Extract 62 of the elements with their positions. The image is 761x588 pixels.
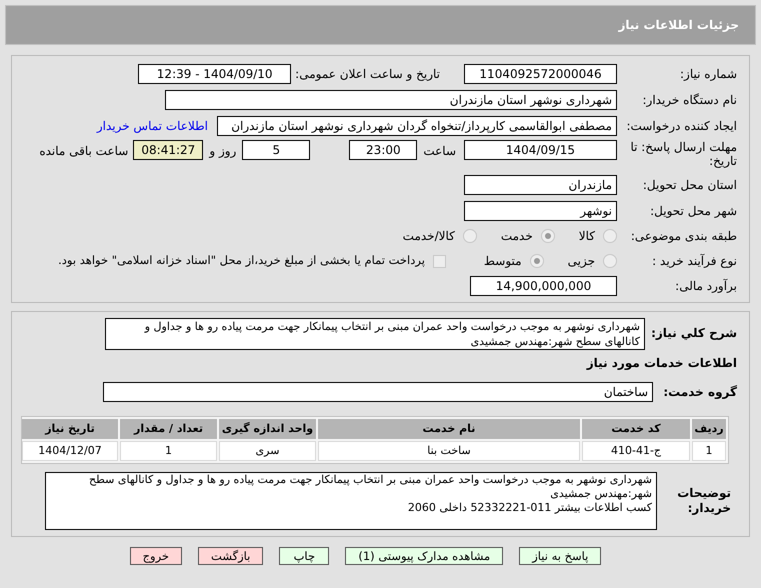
treasury-label: پرداخت تمام یا بخشی از مبلغ خرید،از محل "اسناد خزانه اسلامی" خواهد بود. bbox=[58, 252, 425, 270]
days-field: 5 bbox=[242, 140, 310, 160]
radio-button[interactable] bbox=[462, 229, 477, 243]
table-cell: 1 bbox=[120, 441, 217, 461]
column-header: تعداد / مقدار bbox=[120, 419, 217, 439]
summary-label: شرح کلي نياز: bbox=[650, 325, 737, 342]
column-header: تاریخ نیاز bbox=[22, 419, 118, 439]
column-header: کد خدمت bbox=[582, 419, 690, 439]
city-field: نوشهر bbox=[464, 200, 617, 220]
field-label: مهلت ارسال پاسخ: تا تاریخ: bbox=[629, 140, 737, 168]
field-label: تاریخ و ساعت اعلان عمومی: bbox=[295, 66, 440, 82]
buyer-name-field: شهرداری نوشهر استان مازندران bbox=[165, 90, 617, 110]
service-group-label: گروه خدمت: bbox=[662, 384, 737, 401]
field-label: شهر محل تحویل: bbox=[649, 202, 737, 220]
radio-label: خدمت bbox=[500, 228, 533, 245]
radio-button[interactable] bbox=[603, 229, 617, 243]
column-header: واحد اندازه گیری bbox=[219, 419, 316, 439]
field-label: طبقه بندی موضوعی: bbox=[630, 228, 737, 245]
field-label: شماره نیاز: bbox=[679, 66, 737, 82]
treasury-checkbox[interactable] bbox=[432, 254, 446, 268]
radio-button[interactable] bbox=[530, 254, 544, 268]
action-button[interactable]: پاسخ به نیاز bbox=[519, 547, 602, 565]
deadline-date-field: 1404/09/15 bbox=[464, 140, 617, 160]
radio-button[interactable] bbox=[603, 254, 617, 268]
buyer-notes-label: توضیحات خریدار: bbox=[676, 486, 732, 516]
radio-label: متوسط bbox=[484, 253, 522, 270]
column-header: ردیف bbox=[692, 419, 726, 439]
service-group-field: ساختمان bbox=[103, 382, 653, 402]
section-title: اطلاعات خدمات مورد نیاز bbox=[585, 355, 737, 372]
table-cell: 1404/12/07 bbox=[22, 441, 118, 461]
buyer-contact-link[interactable]: اطلاعات تماس خریدار bbox=[96, 116, 208, 134]
field-label: نوع فرآیند خرید : bbox=[651, 253, 737, 270]
table-cell: ج-41-410 bbox=[582, 441, 690, 461]
announce-date-field: 1404/09/10 - 12:39 bbox=[138, 64, 292, 84]
deadline-time-field: 23:00 bbox=[349, 140, 418, 160]
radio-label: کالا/خدمت bbox=[402, 228, 455, 245]
action-button[interactable]: مشاهده مدارک پیوستی (1) bbox=[345, 547, 504, 565]
field-label: برآورد مالی: bbox=[674, 278, 737, 295]
table-cell: سری bbox=[219, 441, 316, 461]
field-label: استان محل تحویل: bbox=[642, 176, 737, 194]
field-label: نام دستگاه خریدار: bbox=[642, 92, 737, 108]
column-header: نام خدمت bbox=[318, 419, 580, 439]
radio-button[interactable] bbox=[540, 229, 555, 243]
province-field: مازندران bbox=[464, 174, 617, 194]
summary-text: شهرداری نوشهر به موجب درخواست واحد عمران مبنی بر انتخاب پیمانکار جهت مرمت پیاده رو ها و جداول و کانالهای سطح شهر:مهندس جمشیدی bbox=[105, 318, 645, 350]
requester-field: مصطفی ابوالقاسمی کارپرداز/تنخواه گردان شهرداری نوشهر استان مازندران bbox=[217, 116, 617, 136]
field-label: ساعت bbox=[423, 143, 456, 160]
estimate-field: 14,900,000,000 bbox=[470, 276, 617, 296]
remaining-time-field: 08:41:27 bbox=[133, 140, 204, 160]
radio-label: کالا bbox=[578, 228, 595, 245]
page-title: جزئیات اطلاعات نیاز bbox=[618, 17, 739, 34]
action-button[interactable]: بازگشت bbox=[198, 547, 264, 565]
buyer-notes-text: شهرداری نوشهر به موجب درخواست واحد عمران مبنی بر انتخاب پیمانکار جهت مرمت پیاده رو ها و جداول و کانالهای سطح شهر:مهندس جمشیدی کسب اطلاعات بیشتر 011-52332221 داخلی 2060 bbox=[45, 472, 657, 530]
need-number-field: 1104092572000046 bbox=[464, 64, 617, 84]
field-label: ساعت باقی مانده bbox=[39, 143, 128, 160]
field-label: ایجاد کننده درخواست: bbox=[625, 118, 737, 134]
table-cell: 1 bbox=[692, 441, 726, 461]
field-label: روز و bbox=[209, 143, 236, 160]
action-button[interactable]: چاپ bbox=[279, 547, 330, 565]
radio-label: جزیی bbox=[568, 253, 595, 270]
table-cell: ساخت بنا bbox=[318, 441, 580, 461]
action-button[interactable]: خروج bbox=[130, 547, 182, 565]
